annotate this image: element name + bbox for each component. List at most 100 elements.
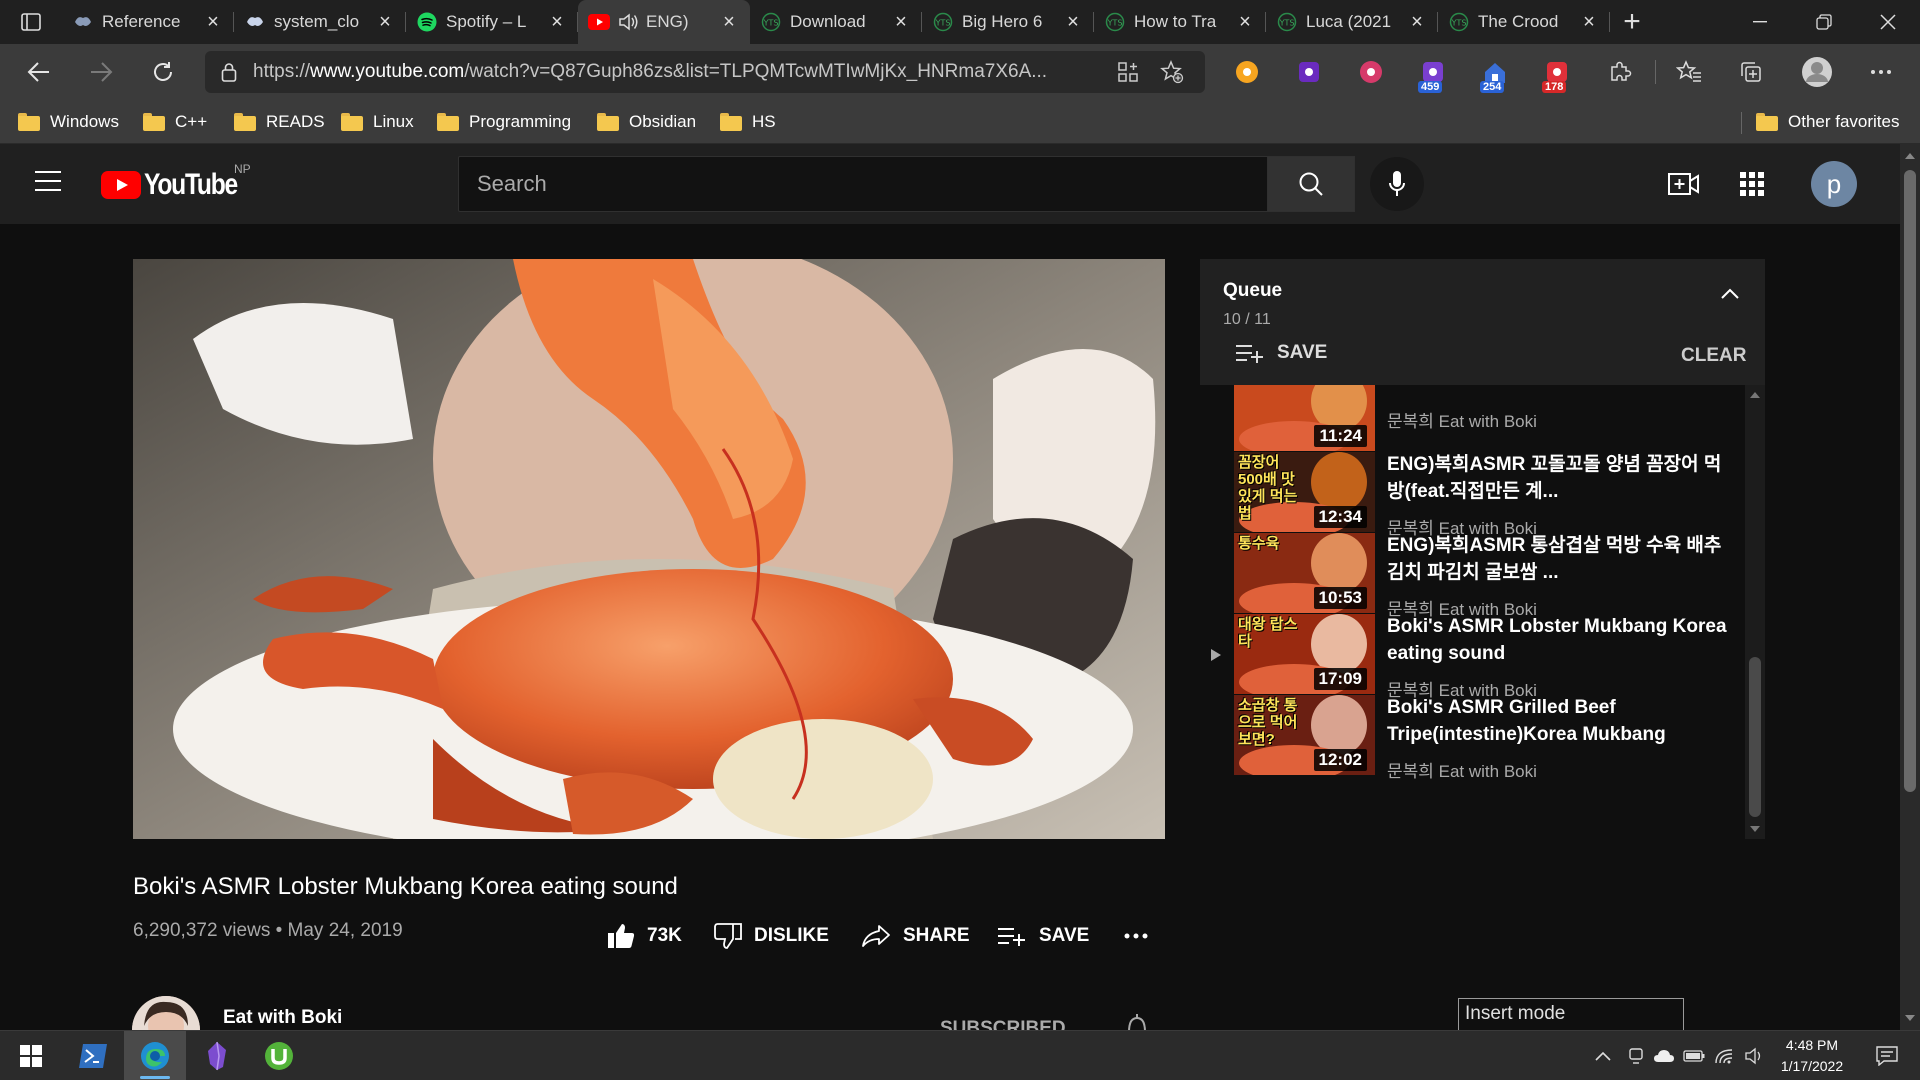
tab-4[interactable]: ENG) × xyxy=(578,0,750,44)
queue-thumbnail[interactable]: 통수육 10:53 xyxy=(1234,533,1375,613)
action-center-button[interactable] xyxy=(1862,1031,1912,1080)
purple-box-extension-button[interactable]: 459 xyxy=(1416,55,1450,93)
tab-8[interactable]: YTS Luca (2021 × xyxy=(1266,0,1438,44)
folder-icon xyxy=(720,113,742,131)
close-tab-icon[interactable]: × xyxy=(718,11,740,34)
bookmark-folder-c[interactable]: C++ xyxy=(143,100,207,144)
refresh-button[interactable] xyxy=(132,44,194,100)
queue-item[interactable]: 소곱창 통으로 먹어보면? 12:02 Boki's ASMR Grilled Be… xyxy=(1200,695,1740,794)
onedrive-tray[interactable] xyxy=(1650,1031,1678,1080)
collections-button[interactable] xyxy=(1734,55,1768,89)
like-button[interactable]: 73K xyxy=(607,918,682,954)
forward-button[interactable] xyxy=(70,44,132,100)
back-button[interactable] xyxy=(8,44,70,100)
tab-1[interactable]: Reference × xyxy=(62,0,234,44)
other-favorites-folder[interactable]: Other favorites xyxy=(1756,100,1900,144)
tab-3[interactable]: Spotify – L × xyxy=(406,0,578,44)
bookmark-folder-windows[interactable]: Windows xyxy=(18,100,119,144)
dislike-button[interactable]: DISLIKE xyxy=(714,918,829,954)
bookmark-folder-hs[interactable]: HS xyxy=(720,100,776,144)
red-extension-button[interactable]: 178 xyxy=(1540,55,1574,93)
minimize-button[interactable] xyxy=(1728,0,1792,44)
queue-item-channel[interactable]: 문복희 Eat with Boki xyxy=(1387,407,1537,432)
honey-extension-button[interactable] xyxy=(1230,55,1264,89)
video-player[interactable] xyxy=(133,259,1165,839)
bookmark-folder-obsidian[interactable]: Obsidian xyxy=(597,100,696,144)
queue-thumbnail[interactable]: 꼼장어 500배 맛있게 먹는법 12:34 xyxy=(1234,452,1375,532)
tab-actions-button[interactable] xyxy=(0,0,62,44)
apps-button[interactable] xyxy=(1740,172,1764,201)
page-scrollbar[interactable] xyxy=(1900,144,1920,1030)
tab-7[interactable]: YTS How to Tra × xyxy=(1094,0,1266,44)
battery-tray[interactable] xyxy=(1680,1031,1708,1080)
close-window-button[interactable] xyxy=(1856,0,1920,44)
channel-name[interactable]: Eat with Boki xyxy=(223,1007,342,1029)
new-tab-button[interactable]: + xyxy=(1610,0,1654,44)
taskbar-clock[interactable]: 4:48 PM 1/17/2022 xyxy=(1768,1035,1856,1077)
address-bar[interactable]: https://www.youtube.com/watch?v=Q87Guph8… xyxy=(205,51,1205,93)
add-favorite-button[interactable] xyxy=(1159,59,1185,85)
queue-item-title[interactable]: Boki's ASMR Grilled Beef Tripe(intestine… xyxy=(1387,694,1727,748)
queue-thumbnail[interactable]: 11:24 xyxy=(1234,385,1375,451)
close-tab-icon[interactable]: × xyxy=(546,11,568,34)
close-tab-icon[interactable]: × xyxy=(890,11,912,34)
tab-9[interactable]: YTS The Crood × xyxy=(1438,0,1610,44)
voice-search-button[interactable] xyxy=(1370,157,1424,211)
taskbar-edge[interactable] xyxy=(124,1031,186,1080)
queue-item-title[interactable]: ENG)복희ASMR 꼬돌꼬돌 양념 꼼장어 먹방(feat.직접만든 계... xyxy=(1387,451,1727,505)
queue-scrollbar[interactable] xyxy=(1745,385,1765,839)
taskbar-obsidian[interactable] xyxy=(186,1031,248,1080)
browser-toolbar: https://www.youtube.com/watch?v=Q87Guph8… xyxy=(0,44,1920,100)
collapse-queue-button[interactable] xyxy=(1720,287,1740,305)
queue-item-title[interactable]: ENG)복희ASMR 통삼겹살 먹방 수육 배추김치 파김치 굴보쌈 ... xyxy=(1387,532,1727,586)
tab-2[interactable]: system_clo × xyxy=(234,0,406,44)
extensions-button[interactable] xyxy=(1603,55,1637,89)
close-tab-icon[interactable]: × xyxy=(1406,11,1428,34)
taskbar-utorrent[interactable] xyxy=(248,1031,310,1080)
close-tab-icon[interactable]: × xyxy=(202,11,224,34)
queue-clear-button[interactable]: CLEAR xyxy=(1681,345,1746,367)
more-actions-button[interactable] xyxy=(1124,918,1160,954)
volume-tray[interactable] xyxy=(1740,1031,1768,1080)
start-button[interactable] xyxy=(0,1031,62,1080)
share-button[interactable]: SHARE xyxy=(861,918,970,954)
app-available-button[interactable] xyxy=(1115,59,1141,85)
view-count-date: 6,290,372 views • May 24, 2019 xyxy=(133,920,403,941)
bookmark-folder-linux[interactable]: Linux xyxy=(341,100,414,144)
tab-5[interactable]: YTS Download × xyxy=(750,0,922,44)
queue-save-button[interactable]: SAVE xyxy=(1235,342,1327,364)
search-button[interactable] xyxy=(1267,156,1355,212)
profile-button[interactable] xyxy=(1798,53,1836,91)
purple-extension-button[interactable] xyxy=(1292,55,1326,89)
page-scroll-thumb[interactable] xyxy=(1904,170,1916,792)
guide-menu-button[interactable] xyxy=(34,170,62,197)
lock-icon[interactable] xyxy=(205,62,253,82)
taskbar-powershell[interactable] xyxy=(62,1031,124,1080)
close-tab-icon[interactable]: × xyxy=(374,11,396,34)
tab-6[interactable]: YTS Big Hero 6 × xyxy=(922,0,1094,44)
close-tab-icon[interactable]: × xyxy=(1578,11,1600,34)
close-tab-icon[interactable]: × xyxy=(1234,11,1256,34)
queue-item-title[interactable]: Boki's ASMR Lobster Mukbang Korea eating… xyxy=(1387,613,1727,667)
tab-audio-icon[interactable] xyxy=(618,12,646,32)
save-to-playlist-button[interactable]: SAVE xyxy=(997,918,1089,954)
bookmark-folder-reads[interactable]: READS xyxy=(234,100,325,144)
create-button[interactable] xyxy=(1668,170,1700,203)
close-tab-icon[interactable]: × xyxy=(1062,11,1084,34)
account-avatar[interactable]: p xyxy=(1811,161,1857,207)
region-code: NP xyxy=(234,162,251,176)
restore-button[interactable] xyxy=(1792,0,1856,44)
cube-extension-button[interactable]: 254 xyxy=(1478,55,1512,93)
settings-more-button[interactable] xyxy=(1864,55,1898,89)
meet-now-tray[interactable] xyxy=(1622,1031,1650,1080)
queue-scroll-thumb[interactable] xyxy=(1749,657,1761,817)
bookmark-folder-programming[interactable]: Programming xyxy=(437,100,571,144)
wifi-tray[interactable] xyxy=(1710,1031,1738,1080)
queue-thumbnail[interactable]: 소곱창 통으로 먹어보면? 12:02 xyxy=(1234,695,1375,775)
favorites-button[interactable] xyxy=(1672,55,1706,89)
queue-thumbnail[interactable]: 대왕 랍스타 17:09 xyxy=(1234,614,1375,694)
url-text[interactable]: https://www.youtube.com/watch?v=Q87Guph8… xyxy=(253,61,1133,83)
pink-extension-button[interactable] xyxy=(1354,55,1388,89)
search-input[interactable]: Search xyxy=(458,156,1268,212)
queue-item-channel[interactable]: 문복희 Eat with Boki xyxy=(1387,757,1537,782)
